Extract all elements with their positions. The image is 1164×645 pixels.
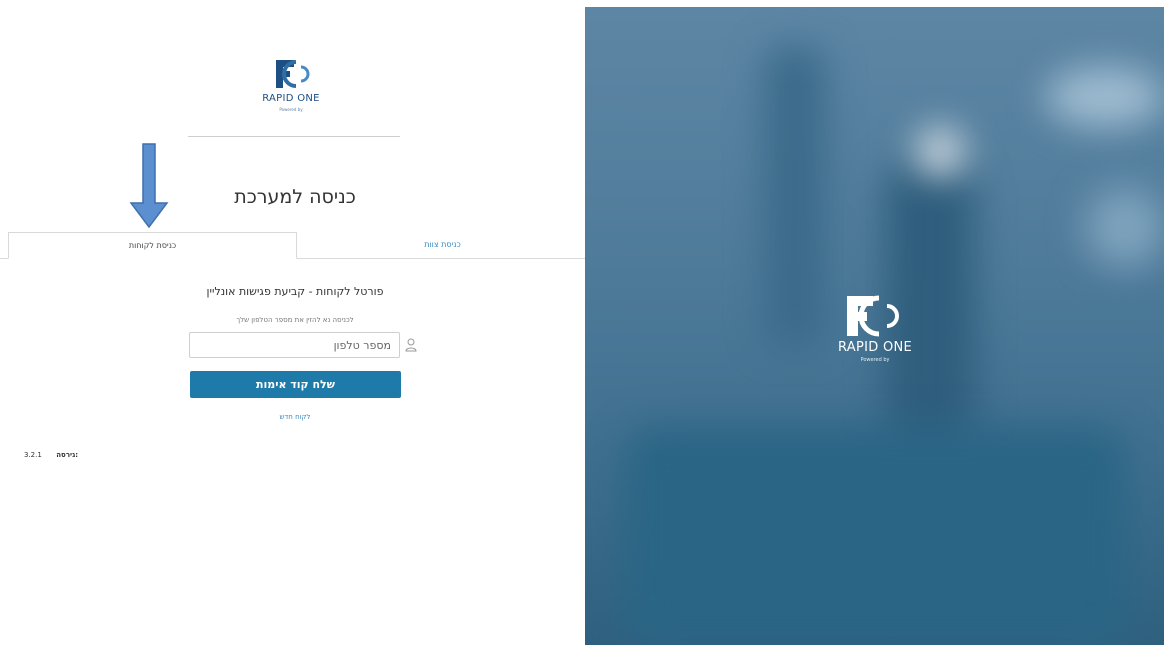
hero-background-blur (915, 127, 965, 177)
logo-powered-text: Powered by (279, 107, 303, 112)
tab-staff-login[interactable]: כניסת צוות (300, 232, 585, 258)
logo-brand-text-large: RAPID ONE (837, 340, 913, 355)
down-arrow-icon (129, 143, 169, 229)
rapid-one-logo-mark (276, 60, 310, 88)
new-client-link[interactable]: לקוח חדש (245, 413, 345, 421)
hero-background-blur (765, 47, 825, 347)
rapid-one-logo-large: RAPID ONE Powered by (835, 292, 915, 382)
login-panel: RAPID ONE Powered by כניסה למערכת כניסת … (0, 0, 585, 645)
hero-background-blur (1085, 187, 1164, 267)
hero-background-blur (1045, 67, 1164, 127)
phone-input[interactable] (189, 332, 400, 358)
phone-instruction: לכניסה נא להזין את מספר הטלפון שלך (236, 316, 354, 324)
divider (188, 136, 400, 137)
logo-powered-text-large: Powered by (860, 357, 890, 363)
version-info: 3.2.1 גירסה: (24, 451, 78, 459)
rapid-one-logo: RAPID ONE Powered by (258, 58, 324, 124)
version-number: 3.2.1 (24, 451, 42, 459)
portal-heading: פורטל לקוחות - קביעת פגישות אונליין (206, 285, 384, 298)
logo-brand-text: RAPID ONE (262, 93, 320, 104)
hero-background-blur (625, 427, 1125, 645)
send-verification-code-button[interactable]: שלח קוד אימות (190, 371, 401, 398)
user-icon (405, 338, 417, 352)
rapid-one-logo-mark-large (847, 295, 899, 337)
tab-client-login[interactable]: כניסת לקוחות (8, 232, 297, 259)
version-label: גירסה: (56, 451, 79, 459)
page-title: כניסה למערכת (234, 186, 356, 208)
hero-image-panel: RAPID ONE Powered by (585, 7, 1164, 645)
